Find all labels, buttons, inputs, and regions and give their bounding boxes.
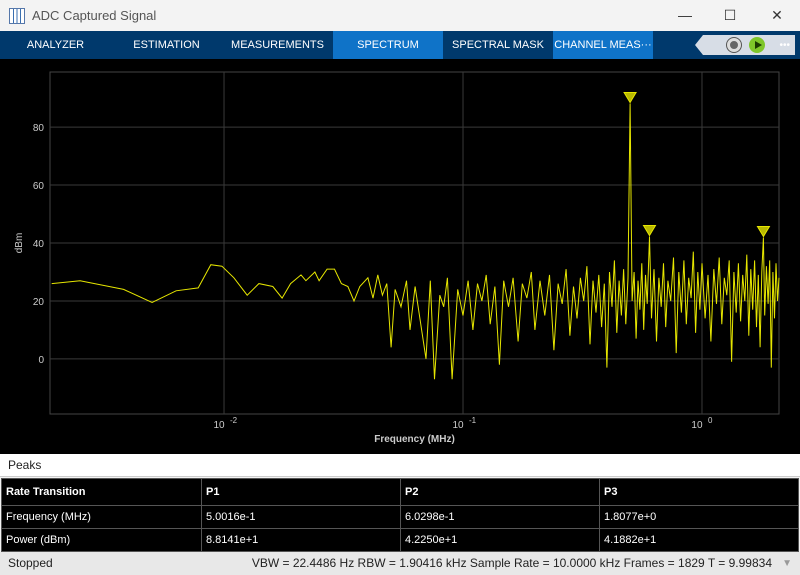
table-cell: 8.8141e+1	[201, 528, 401, 552]
tab-spectral-mask[interactable]: SPECTRAL MASK	[443, 31, 553, 59]
tab-channel-measurements[interactable]: CHANNEL MEAS···	[553, 31, 653, 59]
table-cell: Power (dBm)	[1, 528, 202, 552]
peaks-panel-title: Peaks	[0, 454, 800, 477]
table-header-row: Rate Transition P1 P2 P3	[1, 478, 799, 506]
tab-spectrum[interactable]: SPECTRUM	[333, 31, 443, 59]
tab-measurements[interactable]: MEASUREMENTS	[222, 31, 333, 59]
header-cell: P1	[201, 478, 401, 506]
maximize-button[interactable]: ☐	[715, 4, 745, 26]
x-tick-exponent: -1	[469, 416, 477, 425]
minimize-button[interactable]: —	[670, 4, 700, 26]
y-tick-label: 0	[38, 355, 44, 366]
quick-toolbar: •••	[695, 31, 800, 59]
x-tick-exponent: -2	[230, 416, 238, 425]
close-button[interactable]: ✕	[762, 4, 792, 26]
table-cell: Frequency (MHz)	[1, 505, 202, 529]
table-cell: 4.1882e+1	[599, 528, 799, 552]
app-icon	[9, 7, 25, 24]
x-tick-label: 10	[213, 420, 225, 431]
more-icon[interactable]: •••	[779, 40, 790, 51]
status-info: VBW = 22.4486 Hz RBW = 1.90416 kHz Sampl…	[251, 556, 772, 570]
table-cell: 5.0016e-1	[201, 505, 401, 529]
header-cell: P3	[599, 478, 799, 506]
tab-analyzer[interactable]: ANALYZER	[0, 31, 111, 59]
y-tick-label: 40	[33, 239, 45, 250]
toolstrip-tabs: ANALYZER ESTIMATION MEASUREMENTS SPECTRU…	[0, 31, 800, 59]
status-dropdown-icon[interactable]: ▼	[782, 552, 792, 575]
y-tick-label: 80	[33, 123, 45, 134]
x-axis-label: Frequency (MHz)	[374, 434, 455, 445]
title-bar: ADC Captured Signal — ☐ ✕	[0, 0, 800, 31]
status-bar: Stopped VBW = 22.4486 Hz RBW = 1.90416 k…	[0, 552, 800, 575]
table-cell: 4.2250e+1	[400, 528, 600, 552]
table-cell: 1.8077e+0	[599, 505, 799, 529]
x-tick-label: 10	[452, 420, 464, 431]
tab-estimation[interactable]: ESTIMATION	[111, 31, 222, 59]
header-cell: Rate Transition	[1, 478, 202, 506]
table-row: Power (dBm) 8.8141e+1 4.2250e+1 4.1882e+…	[1, 528, 799, 552]
spectrum-plot[interactable]: 0 20 40 60 80 10 -2 10 -1 10 0 Frequency (MHz) dBm	[0, 59, 800, 454]
table-cell: 6.0298e-1	[400, 505, 600, 529]
status-state: Stopped	[8, 556, 53, 570]
peaks-table: Rate Transition P1 P2 P3 Frequency (MHz)…	[1, 478, 799, 552]
window-title: ADC Captured Signal	[32, 8, 157, 23]
y-tick-label: 60	[33, 181, 45, 192]
header-cell: P2	[400, 478, 600, 506]
y-axis-label: dBm	[14, 233, 25, 254]
y-tick-label: 20	[33, 297, 45, 308]
x-tick-exponent: 0	[708, 416, 713, 425]
table-row: Frequency (MHz) 5.0016e-1 6.0298e-1 1.80…	[1, 505, 799, 529]
spectrum-chart[interactable]: 0 20 40 60 80 10 -2 10 -1 10 0 Frequency (MHz) dBm	[0, 59, 800, 454]
x-tick-label: 10	[691, 420, 703, 431]
